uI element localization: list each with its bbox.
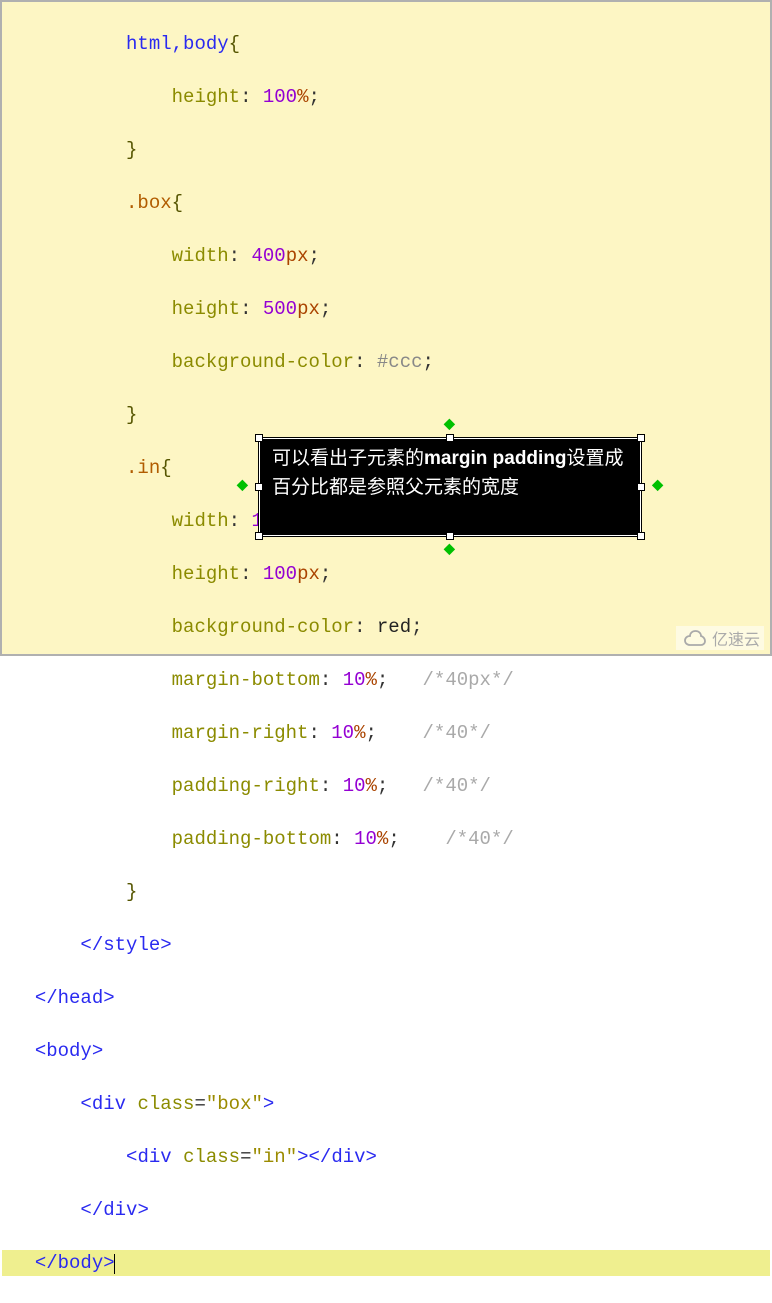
rotate-handle-icon[interactable]: ◆: [444, 541, 455, 558]
code-line: padding-right: 10%; /*40*/: [2, 773, 770, 800]
code-line: width: 400px;: [2, 243, 770, 270]
code-line: .box{: [2, 190, 770, 217]
code-editor: html,body{ height: 100%; } .box{ width: …: [2, 2, 770, 654]
resize-handle-bl[interactable]: [255, 532, 263, 540]
resize-handle-tr[interactable]: [637, 434, 645, 442]
code-line: }: [2, 137, 770, 164]
watermark-text: 亿速云: [712, 626, 760, 650]
text-cursor: [114, 1254, 115, 1274]
code-line: margin-bottom: 10%; /*40px*/: [2, 667, 770, 694]
code-line: margin-right: 10%; /*40*/: [2, 720, 770, 747]
code-line: <body>: [2, 1038, 770, 1065]
watermark-logo: 亿速云: [676, 626, 764, 650]
cloud-icon: [680, 629, 708, 647]
rotate-handle-icon[interactable]: ◆: [652, 477, 663, 494]
resize-handle-bm[interactable]: [446, 532, 454, 540]
code-line: }: [2, 402, 770, 429]
code-line: <div class="box">: [2, 1091, 770, 1118]
code-line: </style>: [2, 932, 770, 959]
rotate-handle-icon[interactable]: ◆: [237, 477, 248, 494]
code-line: </div>: [2, 1197, 770, 1224]
code-line: html,body{: [2, 31, 770, 58]
code-line: padding-bottom: 10%; /*40*/: [2, 826, 770, 853]
code-line: background-color: red;: [2, 614, 770, 641]
resize-handle-ml[interactable]: [255, 483, 263, 491]
rotate-handle-icon[interactable]: ◆: [444, 416, 455, 433]
code-line: height: 100px;: [2, 561, 770, 588]
resize-handle-tl[interactable]: [255, 434, 263, 442]
resize-handle-mr[interactable]: [637, 483, 645, 491]
code-line: }: [2, 879, 770, 906]
code-line: </head>: [2, 985, 770, 1012]
resize-handle-tm[interactable]: [446, 434, 454, 442]
code-line-current: </body>: [2, 1250, 770, 1277]
resize-handle-br[interactable]: [637, 532, 645, 540]
code-line: background-color: #ccc;: [2, 349, 770, 376]
code-line: height: 100%;: [2, 84, 770, 111]
code-line: <div class="in"></div>: [2, 1144, 770, 1171]
code-line: height: 500px;: [2, 296, 770, 323]
selection-handles: ◆ ◆ ◆ ◆: [259, 438, 641, 536]
